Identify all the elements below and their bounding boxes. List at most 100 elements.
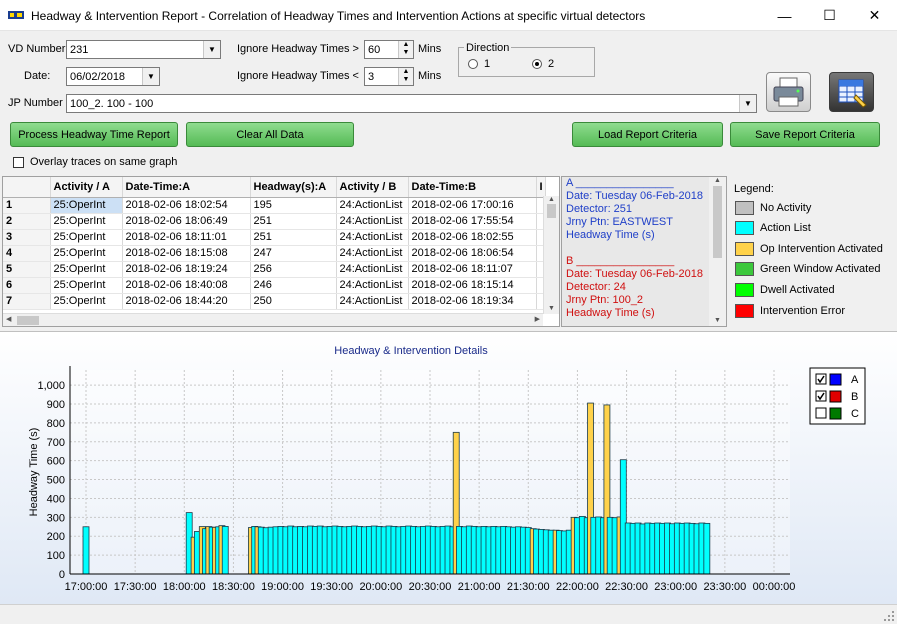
- grid-cell[interactable]: 2018-02-06 18:15:08: [122, 245, 251, 262]
- grid-cell[interactable]: 2018-02-06 18:11:01: [122, 229, 251, 246]
- grid-cell[interactable]: 25:OperInt: [50, 293, 123, 310]
- table-row[interactable]: 6 25:OperInt 2018-02-06 18:40:08 246 24:Acti…: [3, 277, 546, 294]
- grid-cell[interactable]: 25:OperInt: [50, 277, 123, 294]
- checkbox-icon[interactable]: [13, 156, 24, 168]
- grid-cell[interactable]: 2018-02-06 18:06:49: [122, 213, 251, 230]
- row-number[interactable]: 6: [3, 277, 51, 294]
- spreadsheet-icon: [838, 79, 867, 108]
- grid-cell[interactable]: 24:ActionList: [336, 293, 409, 310]
- grid-cell[interactable]: 246: [250, 277, 337, 294]
- resize-grip-icon[interactable]: [883, 610, 895, 622]
- row-number[interactable]: 7: [3, 293, 51, 310]
- chevron-down-icon[interactable]: ▼: [739, 95, 756, 112]
- chevron-down-icon[interactable]: ▼: [142, 68, 159, 85]
- y-tick-label: 100: [47, 550, 65, 562]
- column-header[interactable]: Headway(s):A: [250, 177, 337, 198]
- bar: [703, 522, 711, 575]
- date-picker[interactable]: 06/02/2018 ▼: [66, 67, 160, 86]
- grid-cell[interactable]: 2018-02-06 18:11:07: [408, 261, 537, 278]
- close-button[interactable]: ✕: [852, 0, 897, 31]
- vd-number-combo[interactable]: 231 ▼: [66, 40, 221, 59]
- direction-radio-2[interactable]: 2: [532, 58, 554, 70]
- maximize-button[interactable]: ☐: [807, 0, 852, 31]
- spinner-arrows-icon[interactable]: ▲ ▼: [398, 41, 413, 58]
- grid-cell[interactable]: 2018-02-06 18:02:54: [122, 197, 251, 214]
- grid-horizontal-scrollbar[interactable]: ◀ ▶: [3, 313, 543, 326]
- grid-cell[interactable]: 256: [250, 261, 337, 278]
- radio-selected-icon[interactable]: [532, 59, 542, 69]
- ignore-lt-spinner[interactable]: 3 ▲ ▼: [364, 67, 414, 86]
- clear-data-button[interactable]: Clear All Data: [186, 122, 354, 147]
- column-header[interactable]: I: [536, 177, 546, 198]
- radio-circle-icon[interactable]: [468, 59, 478, 69]
- grid-cell[interactable]: 2018-02-06 18:15:14: [408, 277, 537, 294]
- series-legend-label: B: [851, 391, 858, 403]
- grid-cell[interactable]: 24:ActionList: [336, 197, 409, 214]
- grid-cell[interactable]: 24:ActionList: [336, 213, 409, 230]
- x-tick-label: 20:00:00: [359, 581, 402, 593]
- grid-cell[interactable]: 250: [250, 293, 337, 310]
- grid-cell[interactable]: 2018-02-06 18:44:20: [122, 293, 251, 310]
- grid-cell[interactable]: 2018-02-06 18:19:24: [122, 261, 251, 278]
- spinner-arrows-icon[interactable]: ▲ ▼: [398, 68, 413, 85]
- series-checkbox: [815, 407, 827, 419]
- column-header[interactable]: Activity / B: [336, 177, 409, 198]
- grid-cell[interactable]: 2018-02-06 18:06:54: [408, 245, 537, 262]
- ignore-gt-spinner[interactable]: 60 ▲ ▼: [364, 40, 414, 59]
- grid-cell[interactable]: 2018-02-06 17:55:54: [408, 213, 537, 230]
- overlay-checkbox[interactable]: Overlay traces on same graph: [13, 156, 177, 168]
- grid-cell[interactable]: 25:OperInt: [50, 261, 123, 278]
- table-row[interactable]: 1 25:OperInt 2018-02-06 18:02:54 195 24:Acti…: [3, 197, 546, 214]
- grid-cell[interactable]: 24:ActionList: [336, 229, 409, 246]
- grid-cell[interactable]: 251: [250, 213, 337, 230]
- grid-cell[interactable]: 25:OperInt: [50, 229, 123, 246]
- chevron-down-icon[interactable]: ▼: [203, 41, 220, 58]
- column-header[interactable]: Date-Time:A: [122, 177, 251, 198]
- table-row[interactable]: 3 25:OperInt 2018-02-06 18:11:01 251 24:Acti…: [3, 229, 546, 246]
- jp-number-combo[interactable]: 100_2. 100 - 100 ▼: [66, 94, 757, 113]
- grid-cell[interactable]: 25:OperInt: [50, 213, 123, 230]
- grid-cell[interactable]: 24:ActionList: [336, 245, 409, 262]
- grid-cell[interactable]: 195: [250, 197, 337, 214]
- process-report-button[interactable]: Process Headway Time Report: [10, 122, 178, 147]
- row-number[interactable]: 3: [3, 229, 51, 246]
- grid-cell[interactable]: 2018-02-06 18:19:34: [408, 293, 537, 310]
- grid-cell[interactable]: 2018-02-06 18:40:08: [122, 277, 251, 294]
- grid-cell[interactable]: 24:ActionList: [336, 277, 409, 294]
- load-criteria-button[interactable]: Load Report Criteria: [572, 122, 723, 147]
- grid-cell[interactable]: 25:OperInt: [50, 197, 123, 214]
- column-header[interactable]: Date-Time:B: [408, 177, 537, 198]
- info-scrollbar[interactable]: ▲ ▼: [709, 177, 726, 326]
- grid-cell[interactable]: 251: [250, 229, 337, 246]
- x-tick-label: 00:00:00: [753, 581, 796, 593]
- grid-cell[interactable]: 2018-02-06 18:02:55: [408, 229, 537, 246]
- row-number[interactable]: 1: [3, 197, 51, 214]
- series-color-swatch: [829, 407, 842, 420]
- grid-cell[interactable]: 24:ActionList: [336, 261, 409, 278]
- grid-cell[interactable]: 247: [250, 245, 337, 262]
- chart-area: Headway & Intervention Details 1,000 900 80…: [0, 331, 897, 605]
- table-row[interactable]: 5 25:OperInt 2018-02-06 18:19:24 256 24:Acti…: [3, 261, 546, 278]
- column-header[interactable]: Activity / A: [50, 177, 123, 198]
- table-row[interactable]: 2 25:OperInt 2018-02-06 18:06:49 251 24:Acti…: [3, 213, 546, 230]
- grid-cell[interactable]: 25:OperInt: [50, 245, 123, 262]
- grid-cell[interactable]: 2018-02-06 17:00:16: [408, 197, 537, 214]
- legend-label: Intervention Error: [760, 305, 845, 317]
- results-grid[interactable]: Activity / A Date-Time:A Headway(s):A Ac…: [2, 176, 560, 327]
- table-row[interactable]: 4 25:OperInt 2018-02-06 18:15:08 247 24:Acti…: [3, 245, 546, 262]
- export-grid-button[interactable]: [829, 72, 874, 112]
- row-number[interactable]: 2: [3, 213, 51, 230]
- direction-radio-1[interactable]: 1: [468, 58, 490, 70]
- save-criteria-button[interactable]: Save Report Criteria: [730, 122, 880, 147]
- row-number[interactable]: 5: [3, 261, 51, 278]
- series-legend-label: A: [851, 374, 859, 386]
- grid-vertical-scrollbar[interactable]: ▲ ▼: [543, 196, 559, 314]
- row-number[interactable]: 4: [3, 245, 51, 262]
- table-row[interactable]: 7 25:OperInt 2018-02-06 18:44:20 250 24:Acti…: [3, 293, 546, 310]
- direction-label: Direction: [464, 42, 512, 54]
- legend-label: No Activity: [760, 202, 812, 214]
- minimize-button[interactable]: —: [762, 0, 807, 31]
- print-button[interactable]: [766, 72, 811, 112]
- series-a-metric: Headway Time (s): [566, 229, 655, 241]
- x-tick-label: 18:00:00: [163, 581, 206, 593]
